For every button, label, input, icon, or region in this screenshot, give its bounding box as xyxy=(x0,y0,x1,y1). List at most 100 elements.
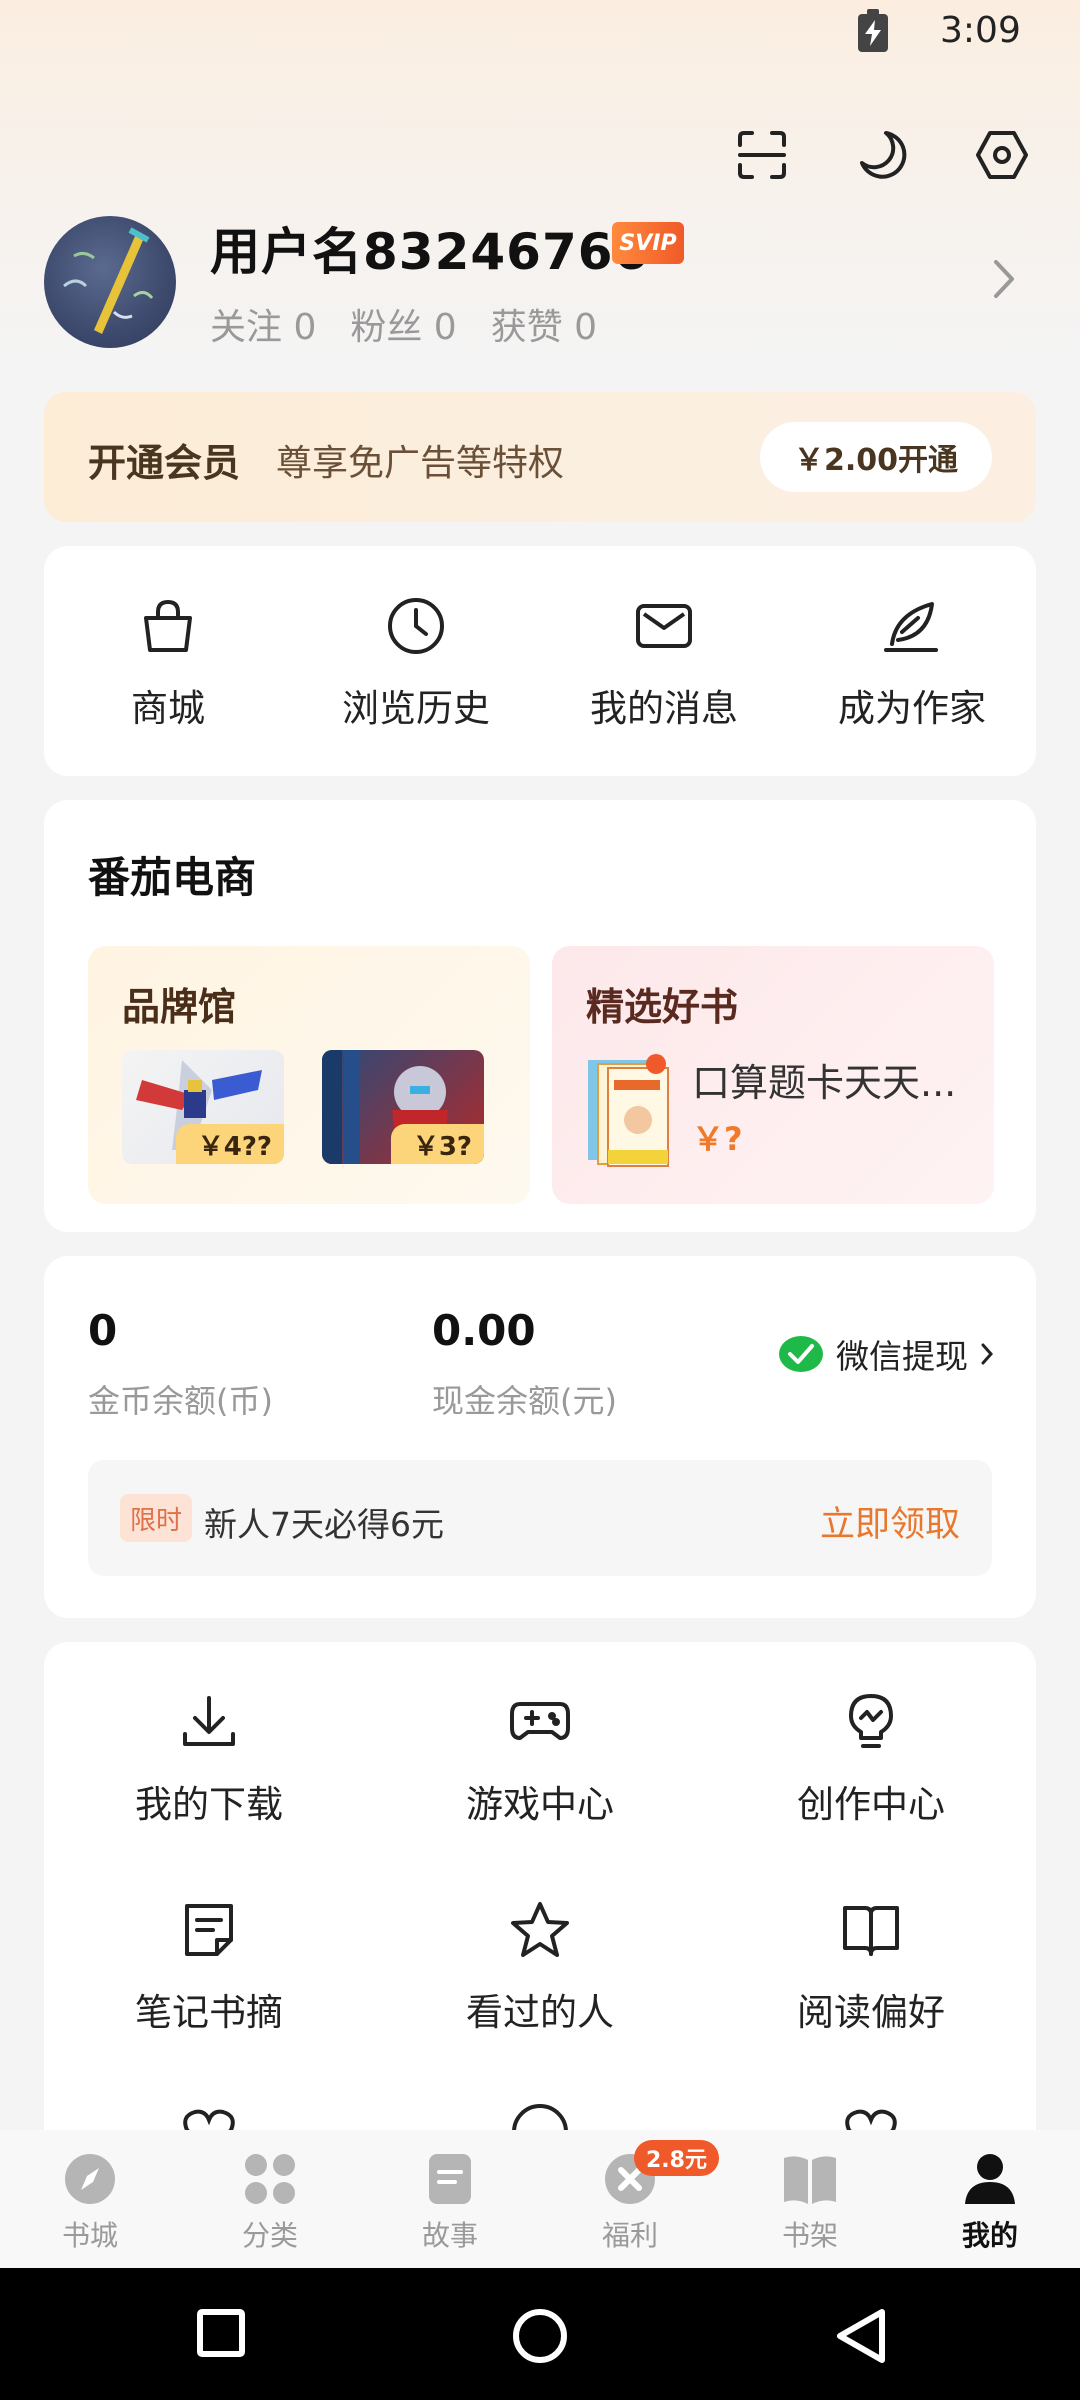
section-title: 番茄电商 xyxy=(88,853,257,902)
nav-label: 书城 xyxy=(61,2219,118,2252)
new-user-promo[interactable]: 限时 新人7天必得6元 立即领取 xyxy=(88,1460,992,1576)
rewards-badge: 2.8元 xyxy=(634,2140,719,2176)
featured-books-card[interactable]: 精选好书 口算题卡天天... ￥? xyxy=(552,946,994,1204)
mail-icon xyxy=(636,604,692,648)
tool-label: 我的下载 xyxy=(135,1783,283,1826)
quick-item-label: 浏览历史 xyxy=(342,687,490,730)
status-bar: 3:09 xyxy=(0,0,1080,70)
story-icon xyxy=(429,2154,471,2204)
quick-item-label: 我的消息 xyxy=(590,687,738,730)
wechat-icon xyxy=(779,1336,823,1372)
nav-bookshelf[interactable]: 书架 xyxy=(720,2130,900,2268)
tool-label: 看过的人 xyxy=(466,1991,614,2034)
nav-label: 我的 xyxy=(961,2219,1018,2252)
clock-icon xyxy=(388,598,444,654)
brand-hall-title: 品牌馆 xyxy=(122,985,237,1029)
header-actions xyxy=(0,125,1080,185)
claim-now-link[interactable]: 立即领取 xyxy=(820,1496,960,1547)
bookshelf-icon xyxy=(784,2156,836,2204)
limited-time-badge: 限时 xyxy=(120,1494,193,1542)
wechat-withdraw-button[interactable]: 微信提现 xyxy=(778,1330,994,1378)
night-mode-icon[interactable] xyxy=(852,125,912,185)
wallet-section: 0 金币余额(币) 0.00 现金余额(元) 微信提现 限时 新人7天必得6元 … xyxy=(44,1256,1036,1618)
tool-reading-preferences[interactable]: 阅读偏好 xyxy=(706,1900,1036,2036)
back-icon[interactable] xyxy=(834,2308,888,2368)
product-thumbnail[interactable]: ￥4?? xyxy=(122,1050,284,1164)
quick-item-label: 商城 xyxy=(131,687,205,730)
compass-icon xyxy=(65,2154,115,2204)
nav-label: 书架 xyxy=(781,2219,838,2252)
promo-text: 新人7天必得6元 xyxy=(204,1505,444,1544)
book-cover-thumbnail[interactable] xyxy=(586,1050,672,1168)
person-icon xyxy=(965,2154,1015,2204)
brand-hall-card[interactable]: 品牌馆 ￥4?? ￥3? xyxy=(88,946,530,1204)
featured-books-title: 精选好书 xyxy=(586,985,739,1029)
withdraw-label: 微信提现 xyxy=(836,1337,968,1376)
quick-menu: 商城 浏览历史 我的消息 成为作家 xyxy=(44,546,1036,776)
followers-count[interactable]: 粉丝 0 xyxy=(350,298,456,350)
product-thumbnail[interactable]: ￥3? xyxy=(322,1050,484,1164)
download-icon xyxy=(183,1696,235,1746)
quick-item-messages[interactable]: 我的消息 xyxy=(540,546,788,776)
likes-count: 获赞 0 xyxy=(490,307,598,348)
nav-rewards[interactable]: 2.8元 福利 xyxy=(540,2130,720,2268)
quick-item-history[interactable]: 浏览历史 xyxy=(292,546,540,776)
following-count[interactable]: 关注 0 xyxy=(210,298,316,350)
nav-profile[interactable]: 我的 xyxy=(900,2130,1080,2268)
quick-item-mall[interactable]: 商城 xyxy=(44,546,292,776)
ecommerce-section: 番茄电商 品牌馆 ￥4?? ￥3? 精选好书 口算题卡天天... ￥? xyxy=(44,800,1036,1232)
vip-subscribe-button[interactable]: ￥2.00开通 xyxy=(760,422,992,492)
shopping-bag-icon xyxy=(144,600,192,652)
nav-bookstore[interactable]: 书城 xyxy=(0,2130,180,2268)
book-price: ￥? xyxy=(692,1120,743,1158)
tool-viewers[interactable]: 看过的人 xyxy=(375,1900,705,2036)
tool-label: 阅读偏好 xyxy=(797,1991,945,2034)
tool-notes[interactable]: 笔记书摘 xyxy=(44,1900,374,2036)
nav-label: 福利 xyxy=(601,2219,658,2252)
book-name: 口算题卡天天... xyxy=(692,1061,957,1105)
home-icon[interactable] xyxy=(512,2308,568,2368)
tool-label: 笔记书摘 xyxy=(135,1991,283,2034)
price-tag: ￥3? xyxy=(390,1124,484,1164)
recent-apps-icon[interactable] xyxy=(196,2308,246,2362)
cash-balance-value[interactable]: 0.00 xyxy=(432,1306,536,1355)
feather-pen-icon xyxy=(884,602,938,652)
avatar[interactable] xyxy=(44,216,176,348)
cash-balance-label: 现金余额(元) xyxy=(432,1382,617,1420)
note-icon xyxy=(185,1904,233,1956)
nav-label: 分类 xyxy=(241,2219,298,2252)
nav-label: 故事 xyxy=(421,2219,478,2252)
settings-icon[interactable] xyxy=(972,125,1032,185)
tool-downloads[interactable]: 我的下载 xyxy=(44,1692,374,1828)
tools-grid: 我的下载 游戏中心 创作中心 笔记书摘 看过的人 阅读偏好 xyxy=(44,1642,1036,2142)
price-tag: ￥4?? xyxy=(175,1124,284,1164)
system-navigation-bar xyxy=(0,2268,1080,2400)
vip-description: 尊享免广告等特权 xyxy=(276,443,565,484)
svip-badge: SVIP xyxy=(612,222,684,264)
vip-title: 开通会员 xyxy=(88,441,241,485)
quick-item-writer[interactable]: 成为作家 xyxy=(788,546,1036,776)
nav-stories[interactable]: 故事 xyxy=(360,2130,540,2268)
tool-game-center[interactable]: 游戏中心 xyxy=(375,1692,705,1828)
chevron-right-icon[interactable] xyxy=(990,256,1018,306)
tool-creation-center[interactable]: 创作中心 xyxy=(706,1692,1036,1828)
lightbulb-icon xyxy=(849,1694,893,1748)
quick-item-label: 成为作家 xyxy=(838,687,986,730)
coin-balance-label: 金币余额(币) xyxy=(88,1382,273,1420)
bottom-navigation: 书城 分类 故事 2.8元 福利 书架 我的 xyxy=(0,2130,1080,2268)
grid-icon xyxy=(245,2154,295,2204)
profile-stats: 关注 0 粉丝 0 获赞 0 xyxy=(210,298,597,350)
clock-time: 3:09 xyxy=(940,10,1021,51)
gamepad-icon xyxy=(510,1702,570,1740)
chevron-right-icon xyxy=(981,1343,994,1365)
open-book-icon xyxy=(843,1906,899,1956)
username: 用户名83246766 xyxy=(210,223,650,281)
tool-label: 游戏中心 xyxy=(466,1783,614,1826)
battery-charging-icon xyxy=(858,9,888,52)
scan-icon[interactable] xyxy=(732,125,792,185)
star-icon xyxy=(511,1902,569,1957)
vip-banner[interactable]: 开通会员 尊享免广告等特权 ￥2.00开通 xyxy=(44,392,1036,522)
coin-balance-value[interactable]: 0 xyxy=(88,1306,117,1355)
tool-label: 创作中心 xyxy=(797,1783,945,1826)
nav-categories[interactable]: 分类 xyxy=(180,2130,360,2268)
